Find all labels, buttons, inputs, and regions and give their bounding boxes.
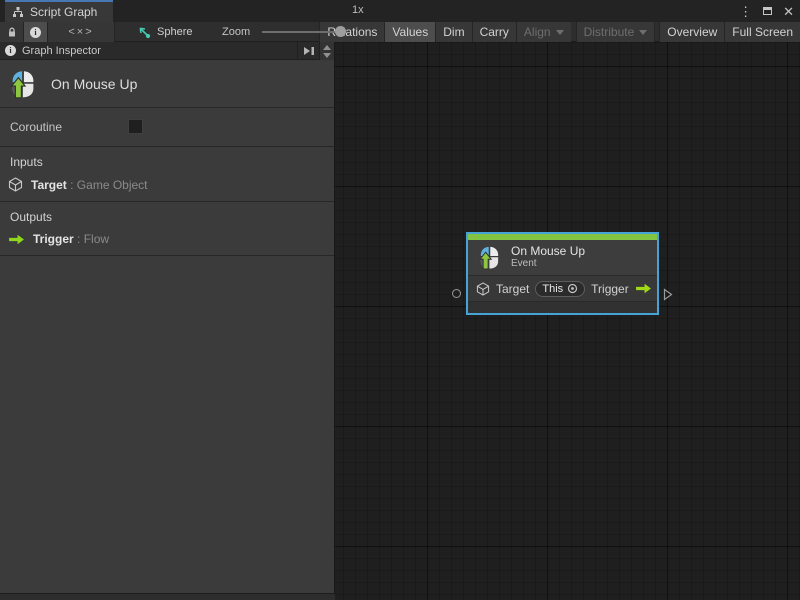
window-menu-icon[interactable]: ⋮ — [739, 5, 752, 18]
info-icon: i — [30, 27, 41, 38]
dim-button[interactable]: Dim — [435, 22, 471, 42]
code-icon: <×> — [68, 26, 93, 38]
input-port-type: : Game Object — [70, 178, 147, 192]
scroll-up-icon[interactable] — [323, 45, 331, 50]
panel-bottom-edge — [0, 593, 335, 600]
outputs-section: Outputs Trigger : Flow — [0, 202, 334, 256]
zoom-level-value: 1x — [352, 0, 364, 20]
scroll-down-icon[interactable] — [323, 53, 331, 58]
node-output-group: Trigger — [591, 282, 652, 296]
output-port-type: : Flow — [77, 232, 109, 246]
coroutine-row: Coroutine — [0, 108, 334, 147]
coroutine-label: Coroutine — [10, 120, 62, 134]
tab-bar: Script Graph ⋮ ✕ — [0, 0, 800, 22]
unit-title: On Mouse Up — [51, 76, 137, 92]
target-value-field[interactable]: This — [535, 281, 585, 297]
dock-icon — [303, 46, 315, 56]
dropdown-caret-icon — [639, 30, 647, 35]
toolbar-right-buttons: Relations Values Dim Carry Align Distrib… — [319, 22, 800, 42]
tab-script-graph[interactable]: Script Graph — [5, 0, 113, 22]
graph-toolbar: i <×> Sphere Zoom Relations Values Dim C… — [0, 22, 800, 42]
input-port-name: Target — [31, 178, 67, 192]
inspector-toggle-button[interactable]: i — [24, 22, 48, 42]
align-dropdown[interactable]: Align — [516, 22, 571, 42]
node-input-label: Target — [496, 282, 529, 296]
flow-arrow-icon — [635, 282, 652, 295]
overview-button[interactable]: Overview — [659, 22, 724, 42]
mouse-up-icon — [8, 69, 38, 99]
script-graph-asset-icon — [138, 26, 151, 39]
node-title: On Mouse Up — [511, 244, 585, 258]
panel-scroll-spinner[interactable] — [319, 42, 334, 60]
inputs-section: Inputs Target : Game Object — [0, 147, 334, 202]
info-icon: i — [5, 45, 16, 56]
tab-label: Script Graph — [30, 5, 97, 19]
node-input-port[interactable] — [452, 289, 461, 298]
output-port-row: Trigger : Flow — [0, 228, 334, 248]
inspector-header-tools — [297, 42, 334, 60]
target-value-text: This — [542, 283, 563, 295]
output-port-name: Trigger — [33, 232, 74, 246]
preview-code-button[interactable]: <×> — [48, 22, 115, 42]
script-graph-window: Script Graph ⋮ ✕ i <×> — [0, 0, 800, 600]
breadcrumb-label: Sphere — [157, 26, 192, 38]
graph-inspector-title: Graph Inspector — [22, 45, 101, 57]
game-object-cube-icon — [476, 282, 490, 296]
lock-button[interactable] — [0, 22, 24, 42]
node-footer — [468, 302, 657, 313]
graph-inspector-panel: i Graph Inspector — [0, 42, 335, 593]
maximize-icon[interactable] — [763, 7, 772, 15]
node-subtitle: Event — [511, 258, 585, 270]
zoom-slider-track[interactable] — [262, 31, 346, 33]
outputs-header: Outputs — [0, 207, 334, 228]
close-icon[interactable]: ✕ — [783, 5, 794, 18]
input-port-row: Target : Game Object — [0, 173, 334, 194]
node-output-label: Trigger — [591, 282, 629, 296]
zoom-slider-label: Zoom — [222, 22, 250, 42]
graph-canvas[interactable]: On Mouse Up Event Target This — [335, 42, 800, 600]
coroutine-checkbox[interactable] — [128, 119, 143, 134]
mouse-up-icon — [477, 245, 502, 270]
full-screen-button[interactable]: Full Screen — [724, 22, 800, 42]
node-header[interactable]: On Mouse Up Event — [468, 240, 657, 276]
unit-header: On Mouse Up — [0, 60, 334, 108]
graph-inspector-header: i Graph Inspector — [0, 42, 334, 60]
window-controls: ⋮ ✕ — [739, 0, 794, 22]
lock-icon — [7, 27, 17, 38]
flow-arrow-icon — [8, 233, 25, 246]
inputs-header: Inputs — [0, 152, 334, 173]
carry-button[interactable]: Carry — [472, 22, 516, 42]
breadcrumb[interactable]: Sphere — [138, 22, 192, 42]
object-picker-icon[interactable] — [567, 283, 578, 294]
zoom-slider-knob[interactable] — [335, 26, 346, 37]
distribute-dropdown[interactable]: Distribute — [576, 22, 656, 42]
values-button[interactable]: Values — [384, 22, 435, 42]
dock-panel-button[interactable] — [297, 42, 319, 60]
on-mouse-up-node[interactable]: On Mouse Up Event Target This — [466, 232, 659, 315]
node-port-row: Target This Trigger — [468, 276, 657, 302]
graph-hierarchy-icon — [12, 6, 24, 18]
dropdown-caret-icon — [556, 30, 564, 35]
node-output-port[interactable] — [663, 288, 673, 306]
game-object-cube-icon — [8, 177, 23, 192]
